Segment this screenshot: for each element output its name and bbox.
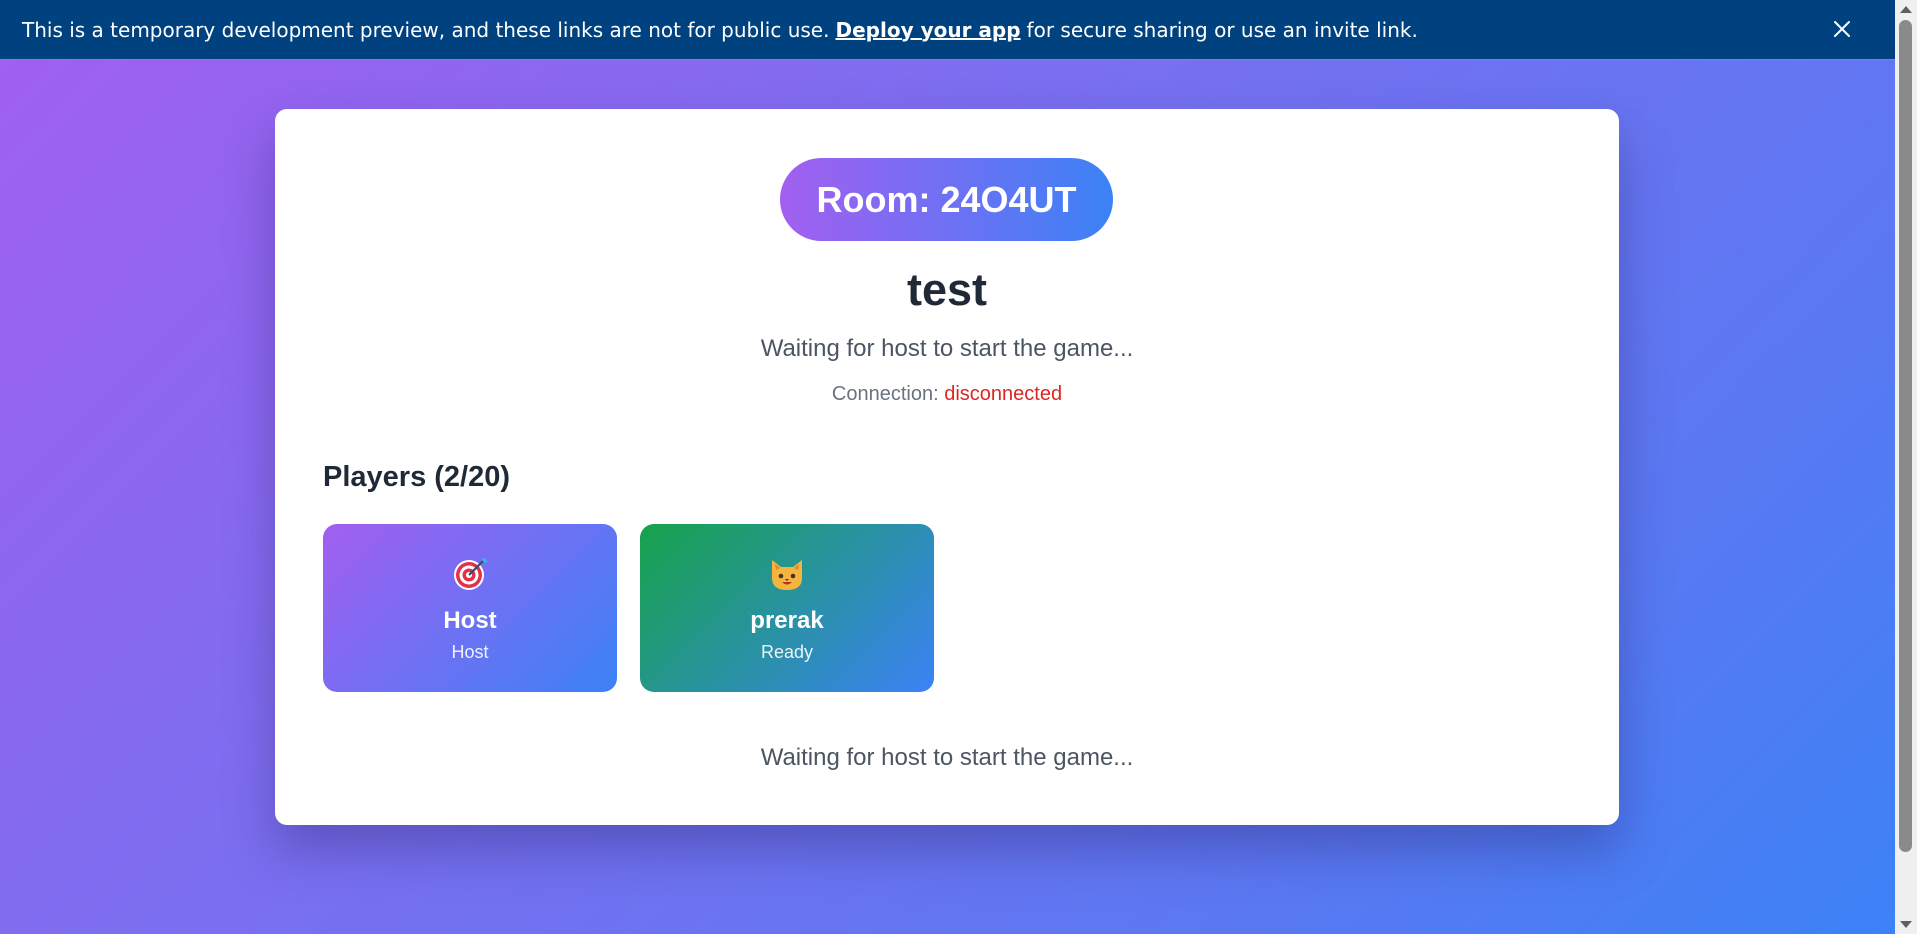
- player-card-prerak[interactable]: prerak Ready: [640, 524, 934, 692]
- banner-text-before: This is a temporary development preview,…: [22, 17, 830, 42]
- cat-face-icon: [768, 554, 806, 594]
- player-role: Host: [451, 642, 489, 662]
- connection-status: Connection: disconnected: [275, 383, 1619, 406]
- room-code-badge: Room: 24O4UT: [780, 158, 1113, 241]
- connection-label: Connection:: [831, 383, 939, 405]
- scroll-up-icon[interactable]: [1900, 6, 1912, 13]
- player-name: Host: [443, 607, 497, 634]
- players-heading: Players (2/20): [323, 461, 511, 493]
- target-icon: [452, 554, 488, 594]
- player-card-host[interactable]: Host Host: [323, 524, 617, 692]
- player-name: prerak: [750, 607, 824, 634]
- page-scrollbar[interactable]: [1895, 0, 1917, 934]
- connection-state: disconnected: [944, 383, 1063, 405]
- game-title: test: [906, 264, 988, 315]
- game-status-text: Waiting for host to start the game...: [760, 335, 1134, 362]
- dev-preview-banner: This is a temporary development preview,…: [0, 0, 1895, 60]
- scrollbar-thumb[interactable]: [1899, 20, 1912, 852]
- footer-status-text: Waiting for host to start the game...: [760, 744, 1134, 771]
- player-status: Ready: [760, 642, 814, 662]
- banner-text-after: for secure sharing or use an invite link…: [1026, 17, 1418, 42]
- scroll-down-icon[interactable]: [1900, 921, 1912, 928]
- deploy-app-link[interactable]: Deploy your app: [835, 18, 1020, 42]
- close-icon[interactable]: [1827, 14, 1857, 44]
- lobby-card: Room: 24O4UT test Waiting for host to st…: [275, 109, 1619, 825]
